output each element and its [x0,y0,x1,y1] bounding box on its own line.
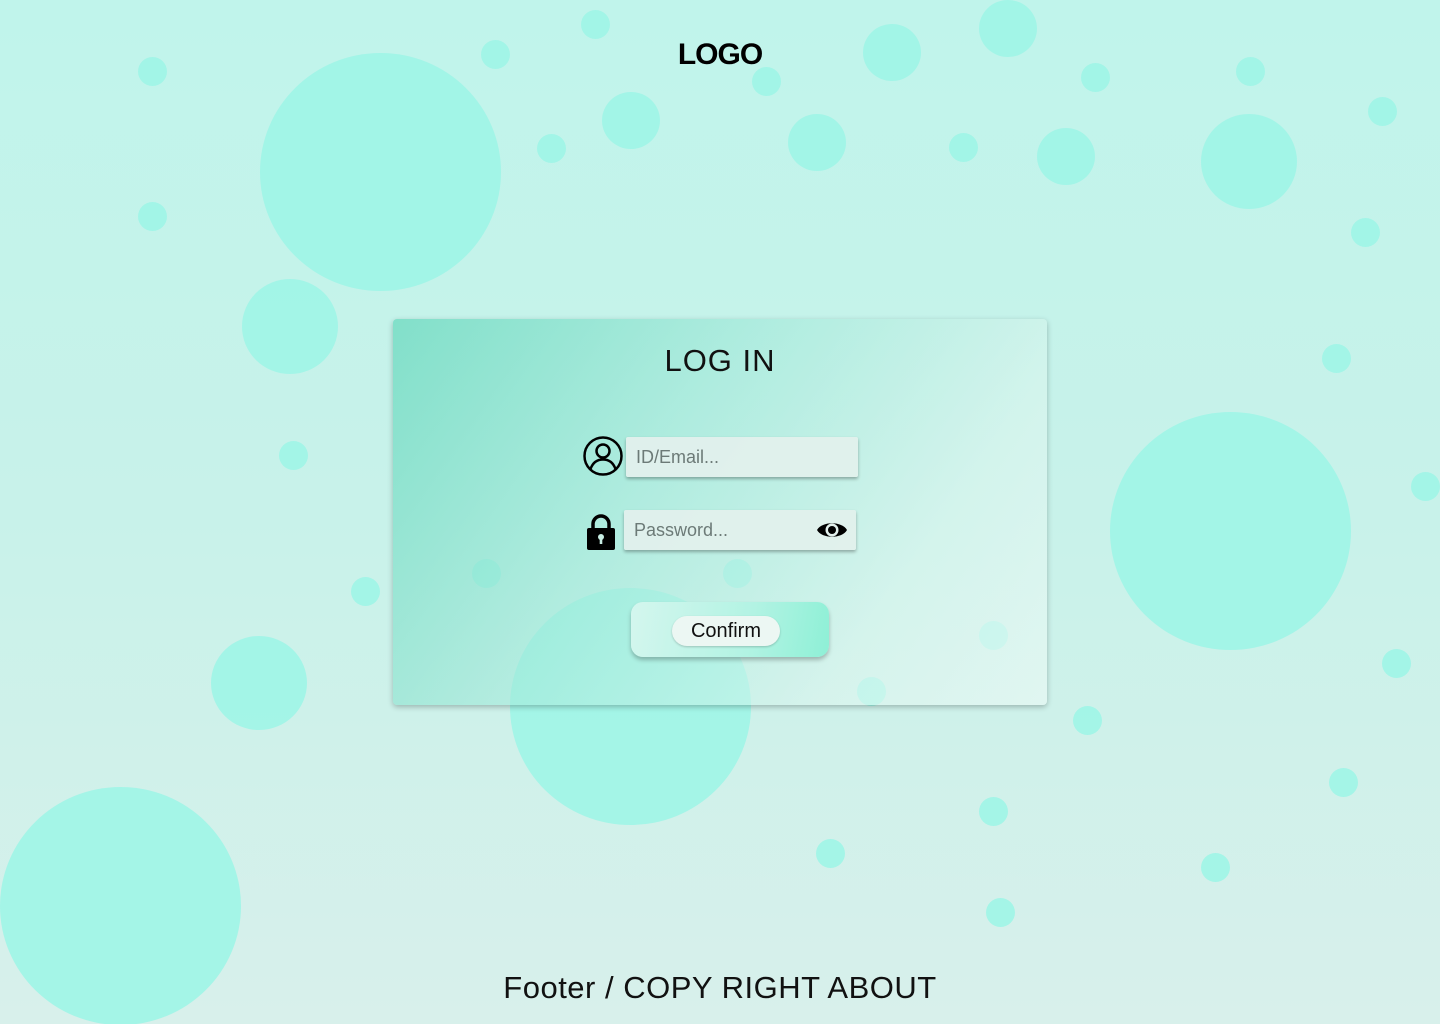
confirm-button-container[interactable]: Confirm [631,602,829,657]
bubble [1368,97,1397,126]
bubble [816,839,845,868]
footer: Footer / COPY RIGHT ABOUT [503,970,937,1005]
bubble [537,134,566,163]
user-circle-icon [583,436,623,476]
bubble [788,114,846,171]
bubble [138,202,167,231]
bubble [986,898,1015,927]
bubble [1110,412,1351,650]
bubble [211,636,307,730]
bubble [1411,472,1440,501]
bubble [979,797,1008,826]
bubble [260,53,501,291]
bubble [1351,218,1380,247]
bubble [581,10,610,39]
bubble [279,441,308,470]
logo[interactable]: LOGO [0,38,1440,72]
bubble [1201,114,1297,209]
bubble [1382,649,1411,678]
bubble [242,279,338,374]
lock-icon [587,514,615,550]
email-field-container [626,437,858,477]
confirm-button[interactable]: Confirm [672,616,780,646]
login-card: LOG IN Confirm [393,319,1047,705]
bubble [351,577,380,606]
email-field[interactable] [626,437,858,477]
bubble [949,133,978,162]
eye-icon[interactable] [816,518,848,542]
bubble [1322,344,1351,373]
login-page: LOGO LOG IN Confirm F [0,0,1440,1024]
bubble [1037,128,1095,185]
bubble [1073,706,1102,735]
password-field-container [624,510,856,550]
bubble [1329,768,1358,797]
bubble [602,92,660,149]
bubble [1201,853,1230,882]
login-title: LOG IN [664,343,776,378]
